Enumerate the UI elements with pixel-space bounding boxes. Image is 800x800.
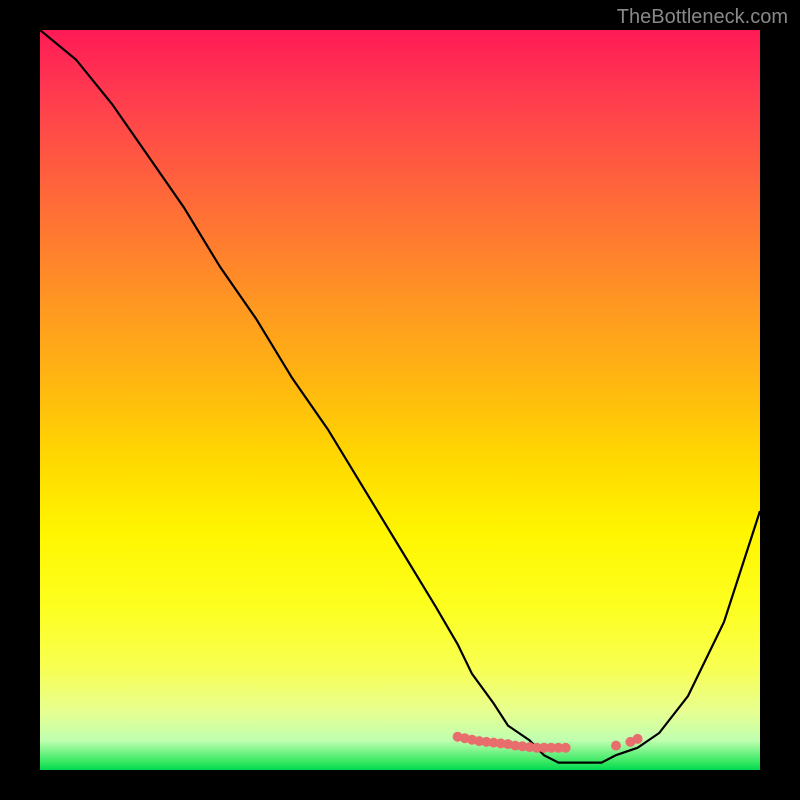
bottleneck-curve-line	[40, 30, 760, 763]
plot-area	[40, 30, 760, 770]
watermark-text: TheBottleneck.com	[617, 6, 788, 29]
chart-container: TheBottleneck.com	[0, 0, 800, 800]
highlight-dots-group	[453, 732, 643, 753]
highlight-dot	[561, 743, 571, 753]
curve-svg	[40, 30, 760, 770]
highlight-dot	[633, 734, 643, 744]
highlight-dot	[611, 741, 621, 751]
